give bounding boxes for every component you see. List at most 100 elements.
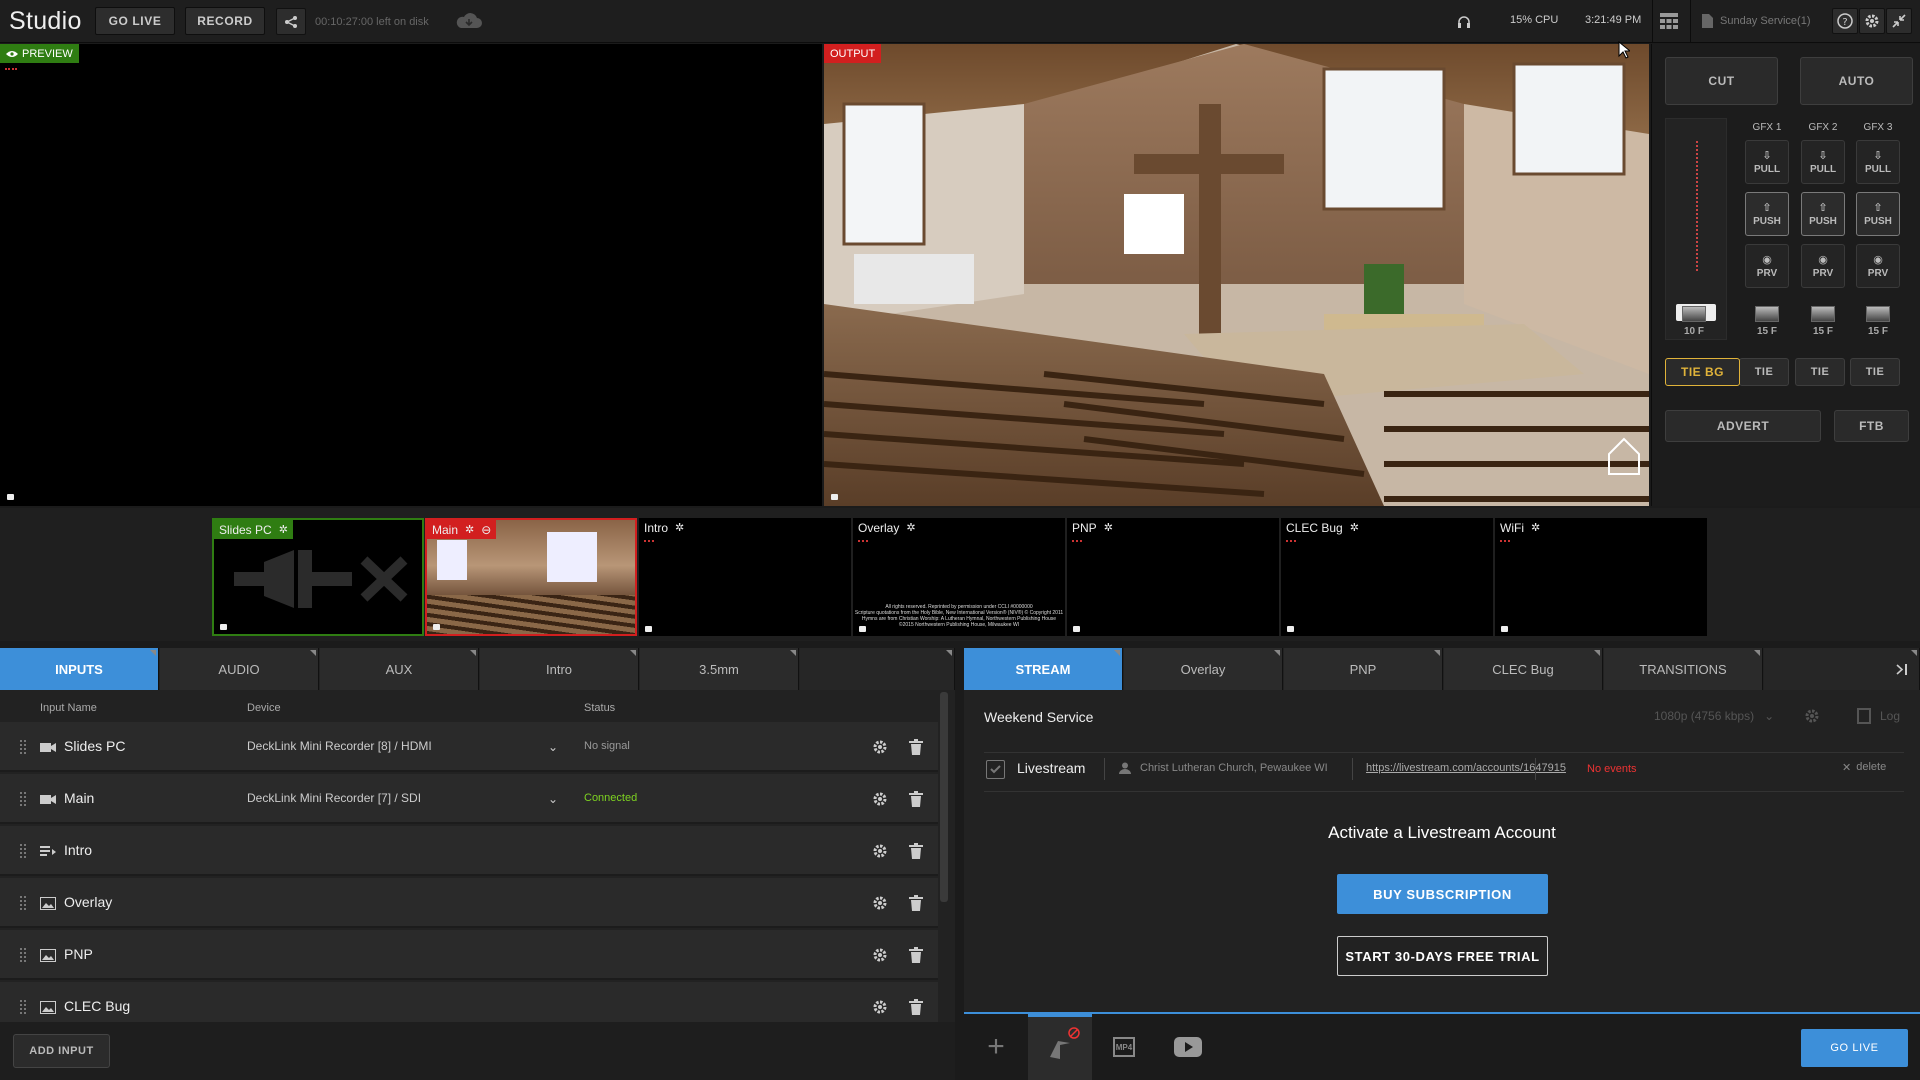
mp4-destination-tab[interactable]: MP4	[1092, 1014, 1156, 1080]
gfx-1-pull-button[interactable]: ⇩ PULL	[1745, 140, 1789, 184]
trash-icon[interactable]	[909, 791, 923, 812]
audio-icon[interactable]: ⊖	[481, 523, 491, 537]
lock-icon[interactable]	[1287, 626, 1294, 632]
thumbnail-clec-bug[interactable]: CLEC Bug ✲	[1281, 518, 1493, 636]
thumbnail-pnp[interactable]: PNP ✲	[1067, 518, 1279, 636]
thumbnail-overlay[interactable]: All rights reserved. Reprinted by permis…	[853, 518, 1065, 636]
input-row[interactable]: Overlay	[0, 878, 938, 928]
lock-icon[interactable]	[645, 626, 652, 632]
gear-icon[interactable]	[872, 947, 888, 968]
gfx-1-push-button[interactable]: ⇧ PUSH	[1745, 192, 1789, 236]
collapse-panel-icon[interactable]	[1896, 664, 1908, 675]
settings-button[interactable]	[1859, 8, 1885, 34]
stream-tab-overlay[interactable]: Overlay	[1124, 648, 1283, 690]
go-live-button[interactable]: GO LIVE	[1801, 1029, 1908, 1067]
tie-bg-button[interactable]: TIE BG	[1665, 358, 1740, 386]
thumbnail-intro[interactable]: Intro ✲	[639, 518, 851, 636]
chevron-down-icon[interactable]: ⌄	[548, 740, 558, 754]
thumbnail-wifi[interactable]: WiFi ✲	[1495, 518, 1707, 636]
buy-subscription-button[interactable]: BUY SUBSCRIPTION	[1337, 874, 1548, 914]
trash-icon[interactable]	[909, 999, 923, 1020]
lock-icon[interactable]	[1501, 626, 1508, 632]
gfx-2-pull-button[interactable]: ⇩ PULL	[1801, 140, 1845, 184]
trash-icon[interactable]	[909, 843, 923, 864]
stream-tab-transitions[interactable]: TRANSITIONS	[1604, 648, 1763, 690]
auto-button[interactable]: AUTO	[1800, 57, 1913, 105]
input-row[interactable]: Main DeckLink Mini Recorder [7] / SDI ⌄ Con…	[0, 774, 938, 824]
gear-icon[interactable]: ✲	[279, 523, 288, 536]
fullscreen-button[interactable]	[1886, 8, 1912, 34]
stream-tab-clec-bug[interactable]: CLEC Bug	[1444, 648, 1603, 690]
gfx-2-push-button[interactable]: ⇧ PUSH	[1801, 192, 1845, 236]
share-button[interactable]	[276, 8, 306, 35]
cut-button[interactable]: CUT	[1665, 57, 1778, 105]
ftb-button[interactable]: FTB	[1834, 410, 1909, 442]
input-row[interactable]: CLEC Bug	[0, 982, 938, 1022]
trash-icon[interactable]	[909, 895, 923, 916]
stream-settings-icon[interactable]	[1804, 708, 1820, 724]
gear-icon[interactable]	[872, 739, 888, 760]
lock-icon[interactable]	[1073, 626, 1080, 632]
record-button[interactable]: RECORD	[185, 7, 265, 35]
gear-icon[interactable]	[872, 791, 888, 812]
gear-icon[interactable]	[872, 895, 888, 916]
gfx-1-prv-button[interactable]: ◉ PRV	[1745, 244, 1789, 288]
project-name[interactable]: Sunday Service(1)	[1720, 15, 1811, 27]
quality-select[interactable]: 1080p (4756 kbps) ⌄	[1654, 709, 1774, 723]
gfx-2-prv-button[interactable]: ◉ PRV	[1801, 244, 1845, 288]
drag-handle[interactable]	[20, 792, 26, 806]
trash-icon[interactable]	[909, 947, 923, 968]
drag-handle[interactable]	[20, 1000, 26, 1014]
lock-icon[interactable]	[7, 494, 14, 500]
stream-tab-pnp[interactable]: PNP	[1284, 648, 1443, 690]
gear-icon[interactable]	[872, 999, 888, 1020]
lock-icon[interactable]	[220, 624, 227, 630]
livestream-destination-tab[interactable]	[1028, 1014, 1092, 1080]
lock-icon[interactable]	[859, 626, 866, 632]
input-row[interactable]: Slides PC DeckLink Mini Recorder [8] / HD…	[0, 722, 938, 772]
gfx-2-tie-button[interactable]: TIE	[1795, 358, 1845, 386]
advert-button[interactable]: ADVERT	[1665, 410, 1821, 442]
help-button[interactable]: ?	[1832, 8, 1858, 34]
drag-handle[interactable]	[20, 948, 26, 962]
thumbnail-slides-pc[interactable]: Slides PC ✲	[212, 518, 424, 636]
input-device[interactable]: DeckLink Mini Recorder [7] / SDI	[247, 791, 421, 805]
gear-icon[interactable]: ✲	[906, 521, 915, 534]
drag-handle[interactable]	[20, 896, 26, 910]
delete-destination[interactable]: ✕ delete	[1842, 761, 1886, 774]
lock-icon[interactable]	[831, 494, 838, 500]
gfx-1-tie-button[interactable]: TIE	[1739, 358, 1789, 386]
input-row[interactable]: Intro	[0, 826, 938, 876]
tab-intro[interactable]: Intro	[480, 648, 639, 690]
thumbnail-main[interactable]: Main ✲ ⊖	[425, 518, 637, 636]
lock-icon[interactable]	[433, 624, 440, 630]
drag-handle[interactable]	[20, 740, 26, 754]
cloud-icon[interactable]	[454, 11, 484, 31]
trash-icon[interactable]	[909, 739, 923, 760]
preview-monitor[interactable]: PREVIEW	[0, 44, 822, 506]
gear-icon[interactable]: ✲	[1531, 521, 1540, 534]
inputs-scrollbar[interactable]	[940, 692, 948, 902]
tab-audio[interactable]: AUDIO	[160, 648, 319, 690]
input-row[interactable]: PNP	[0, 930, 938, 980]
input-device[interactable]: DeckLink Mini Recorder [8] / HDMI	[247, 739, 432, 753]
add-input-button[interactable]: ADD INPUT	[13, 1034, 110, 1068]
tab-aux[interactable]: AUX	[320, 648, 479, 690]
log-checkbox[interactable]	[1857, 708, 1871, 724]
free-trial-button[interactable]: START 30-DAYS FREE TRIAL	[1337, 936, 1548, 976]
gfx-3-frames[interactable]: 15 F	[1856, 299, 1900, 343]
bg-transition-frames[interactable]: 10 F	[1672, 299, 1716, 343]
gear-icon[interactable]	[872, 843, 888, 864]
headphones-icon[interactable]	[1457, 15, 1471, 28]
gfx-3-pull-button[interactable]: ⇩ PULL	[1856, 140, 1900, 184]
livestream-checkbox[interactable]	[986, 760, 1005, 779]
stream-tab-stream[interactable]: STREAM	[964, 648, 1123, 690]
go-live-top-button[interactable]: GO LIVE	[95, 7, 175, 35]
gfx-3-tie-button[interactable]: TIE	[1850, 358, 1900, 386]
gear-icon[interactable]: ✲	[465, 523, 474, 536]
gfx-1-frames[interactable]: 15 F	[1745, 299, 1789, 343]
drag-handle[interactable]	[20, 844, 26, 858]
gfx-3-push-button[interactable]: ⇧ PUSH	[1856, 192, 1900, 236]
gear-icon[interactable]: ✲	[1104, 521, 1113, 534]
multiview-icon[interactable]	[1660, 13, 1678, 29]
